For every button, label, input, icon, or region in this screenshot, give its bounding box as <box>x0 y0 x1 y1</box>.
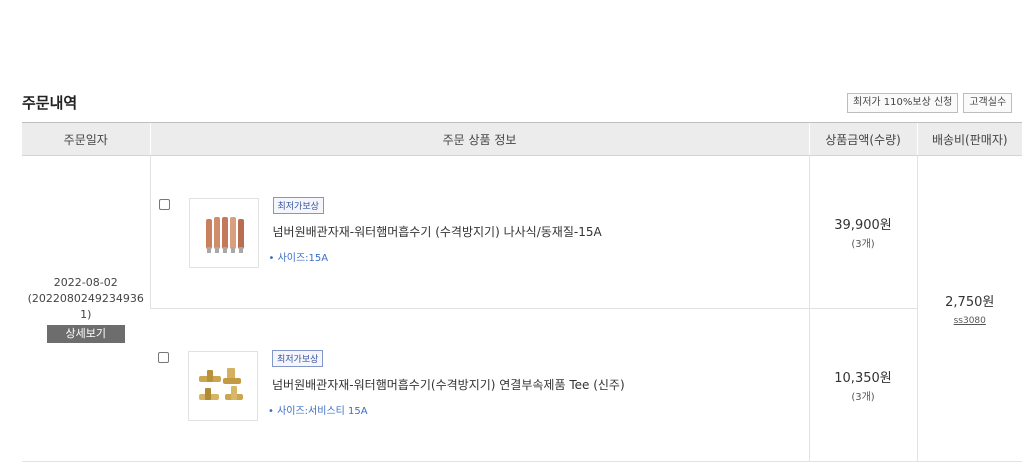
seller-link[interactable]: ss3080 <box>919 316 1022 326</box>
item-checkbox[interactable] <box>158 352 169 363</box>
lowest-price-badge: 최저가보상 <box>272 350 324 367</box>
product-thumbnail[interactable] <box>188 351 258 421</box>
shipping-fee: 2,750원 <box>945 295 995 310</box>
table-row: 2022-08-02 (2022080249234936 1) 상세보기 최저가… <box>22 155 1022 462</box>
customer-mistake-button[interactable]: 고객실수 <box>963 93 1013 113</box>
item-quantity: (3개) <box>851 392 875 403</box>
product-option: • 사이즈:15A <box>268 253 329 264</box>
lowest-price-badge: 최저가보상 <box>272 197 324 214</box>
product-thumbnail[interactable] <box>188 198 259 268</box>
table-header-row: 주문일자 주문 상품 정보 상품금액(수량) 배송비(판매자) <box>22 122 1022 156</box>
product-name-link[interactable]: 넘버원배관자재-워터햄머흡수기(수격방지기) 연결부속제품 Tee (신주) <box>272 376 625 393</box>
order-table: 주문일자 주문 상품 정보 상품금액(수량) 배송비(판매자) 2022-08-… <box>22 122 1022 462</box>
lowest-price-compensation-button[interactable]: 최저가 110%보상 신청 <box>847 93 959 113</box>
detail-view-button[interactable]: 상세보기 <box>46 324 125 343</box>
item-checkbox[interactable] <box>158 199 170 210</box>
product-option: • 사이즈:서비스티 15A <box>268 406 368 417</box>
header-product-info: 주문 상품 정보 <box>149 122 809 156</box>
order-date-cell: 2022-08-02 (2022080249234936 1) 상세보기 <box>22 155 150 462</box>
item-quantity: (3개) <box>851 239 875 250</box>
header-price-qty: 상품금액(수량) <box>808 122 917 156</box>
order-number-line2: 1) <box>80 307 92 321</box>
top-action-buttons: 최저가 110%보상 신청 고객실수 <box>847 93 1013 113</box>
order-history-title: 주문내역 <box>22 94 78 112</box>
shipping-cell: 2,750원 ss3080 <box>916 155 1022 462</box>
price-cell: 39,900원 (3개) <box>808 155 917 309</box>
item-price: 10,350원 <box>834 371 892 386</box>
table-row: 최저가보상 넘버원배관자재-워터햄머흡수기(수격방지기) 연결부속제품 Tee … <box>22 308 1022 462</box>
brass-tee-fitting-image <box>199 368 243 400</box>
product-info-cell: 최저가보상 넘버원배관자재-워터햄머흡수기 (수격방지기) 나사식/동재질-15… <box>149 155 809 309</box>
header-order-date: 주문일자 <box>22 122 150 156</box>
water-hammer-arrestor-image <box>205 217 244 253</box>
product-name-link[interactable]: 넘버원배관자재-워터햄머흡수기 (수격방지기) 나사식/동재질-15A <box>273 223 602 240</box>
product-info-cell: 최저가보상 넘버원배관자재-워터햄머흡수기(수격방지기) 연결부속제품 Tee … <box>150 308 809 462</box>
order-date: 2022-08-02 <box>53 275 118 289</box>
item-price: 39,900원 <box>834 218 892 233</box>
order-number-line1: (2022080249234936 <box>27 291 144 305</box>
price-cell: 10,350원 (3개) <box>808 308 917 462</box>
header-shipping-fee: 배송비(판매자) <box>916 122 1022 156</box>
